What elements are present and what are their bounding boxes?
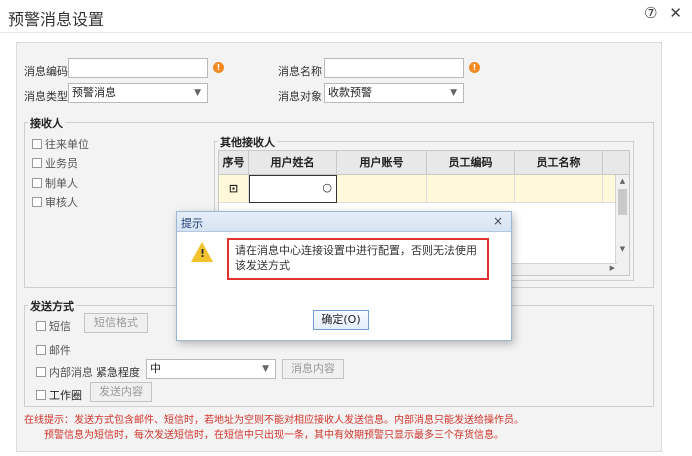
receiver-option-salesman[interactable]: 业务员 xyxy=(32,155,78,171)
row-selector-icon[interactable]: ⊡ xyxy=(219,175,249,202)
send-content-button[interactable]: 发送内容 xyxy=(90,382,152,402)
scroll-down-icon[interactable]: ▼ xyxy=(616,245,629,253)
chevron-down-icon: ▼ xyxy=(262,364,269,374)
grid-header: 序号 用户姓名 用户账号 员工编码 员工名称 xyxy=(219,151,629,175)
receiver-option-label: 往来单位 xyxy=(45,138,89,151)
send-sms-option[interactable]: 短信 xyxy=(36,318,71,334)
search-icon[interactable]: ○ xyxy=(322,181,332,194)
user-name-cell[interactable]: ○ xyxy=(249,175,337,203)
chevron-down-icon: ▼ xyxy=(194,88,201,98)
chevron-down-icon: ▼ xyxy=(450,88,457,98)
checkbox[interactable] xyxy=(32,197,42,207)
online-tip-line-1: 在线提示：发送方式包含邮件、短信时，若地址为空则不能对相应接收人发送信息。内部消… xyxy=(24,415,524,426)
send-workbench-option[interactable]: 工作圈 xyxy=(36,387,82,403)
urgency-value: 中 xyxy=(150,362,161,375)
sms-format-button[interactable]: 短信格式 xyxy=(84,313,148,333)
grid-cell[interactable] xyxy=(427,175,515,202)
urgency-label: 紧急程度 xyxy=(96,366,140,379)
send-internal-label: 内部消息 xyxy=(49,366,93,379)
message-code-input[interactable] xyxy=(68,58,208,78)
message-target-value: 收款预警 xyxy=(328,86,372,99)
checkbox[interactable] xyxy=(36,390,46,400)
checkbox[interactable] xyxy=(32,139,42,149)
checkbox[interactable] xyxy=(36,367,46,377)
message-name-label: 消息名称 xyxy=(278,65,322,78)
required-icon: ! xyxy=(469,62,480,73)
message-target-select[interactable]: 收款预警 ▼ xyxy=(324,83,464,103)
send-method-title: 发送方式 xyxy=(28,298,76,314)
message-type-value: 预警消息 xyxy=(72,86,116,99)
message-type-label: 消息类型 xyxy=(24,90,68,103)
message-code-label: 消息编码 xyxy=(24,65,68,78)
send-sms-label: 短信 xyxy=(49,320,71,333)
send-internal-option[interactable]: 内部消息 xyxy=(36,364,93,380)
receiver-option-label: 制单人 xyxy=(45,177,78,190)
receiver-option-label: 审核人 xyxy=(45,196,78,209)
urgency-select[interactable]: 中 ▼ xyxy=(146,359,276,379)
close-icon[interactable]: ✕ xyxy=(669,4,682,22)
scroll-thumb[interactable] xyxy=(618,189,627,215)
send-mail-label: 邮件 xyxy=(49,344,71,357)
ok-button[interactable]: 确定(O) xyxy=(313,310,369,330)
send-workbench-label: 工作圈 xyxy=(49,389,82,402)
col-header: 用户姓名 xyxy=(249,151,337,174)
col-header: 用户账号 xyxy=(337,151,427,174)
col-header: 员工名称 xyxy=(515,151,603,174)
grid-cell[interactable] xyxy=(337,175,427,202)
scroll-up-icon[interactable]: ▲ xyxy=(616,177,629,185)
dialog-message: 请在消息中心连接设置中进行配置，否则无法使用该发送方式 xyxy=(235,244,477,272)
message-name-input[interactable] xyxy=(324,58,464,78)
prompt-dialog: 提示 × ! 请在消息中心连接设置中进行配置，否则无法使用该发送方式 确定(O) xyxy=(176,211,512,341)
required-icon: ! xyxy=(213,62,224,73)
scroll-right-icon[interactable]: ▶ xyxy=(610,264,615,272)
header-divider xyxy=(0,32,692,33)
message-target-label: 消息对象 xyxy=(278,90,322,103)
help-icon[interactable]: ⑦ xyxy=(644,4,657,22)
grid-cell[interactable] xyxy=(515,175,603,202)
online-tip-line-2: 预警信息为短信时，每次发送短信时，在短信中只出现一条，其中有效期预警只显示最多三… xyxy=(44,430,504,441)
checkbox[interactable] xyxy=(36,345,46,355)
receiver-option-creator[interactable]: 制单人 xyxy=(32,175,78,191)
col-header: 序号 xyxy=(219,151,249,174)
receivers-title: 接收人 xyxy=(28,115,65,131)
message-type-select[interactable]: 预警消息 ▼ xyxy=(68,83,208,103)
vertical-scrollbar[interactable]: ▲ ▼ xyxy=(615,175,629,275)
dialog-message-box: 请在消息中心连接设置中进行配置，否则无法使用该发送方式 xyxy=(227,238,489,280)
checkbox[interactable] xyxy=(36,321,46,331)
receiver-option-partner[interactable]: 往来单位 xyxy=(32,136,89,152)
window-controls: ⑦ ✕ xyxy=(644,4,682,22)
window-title: 预警消息设置 xyxy=(8,10,105,29)
receiver-option-label: 业务员 xyxy=(45,157,78,170)
checkbox[interactable] xyxy=(32,158,42,168)
col-header: 员工编码 xyxy=(427,151,515,174)
message-content-button[interactable]: 消息内容 xyxy=(282,359,344,379)
warning-icon-mark: ! xyxy=(200,247,206,260)
dialog-title: 提示 xyxy=(181,217,203,230)
other-receivers-title: 其他接收人 xyxy=(218,134,277,150)
dialog-close-icon[interactable]: × xyxy=(493,214,503,228)
checkbox[interactable] xyxy=(32,178,42,188)
send-mail-option[interactable]: 邮件 xyxy=(36,342,71,358)
dialog-title-bar: 提示 × xyxy=(177,212,511,232)
table-row[interactable]: ⊡ ○ xyxy=(219,175,629,203)
receiver-option-auditor[interactable]: 审核人 xyxy=(32,194,78,210)
